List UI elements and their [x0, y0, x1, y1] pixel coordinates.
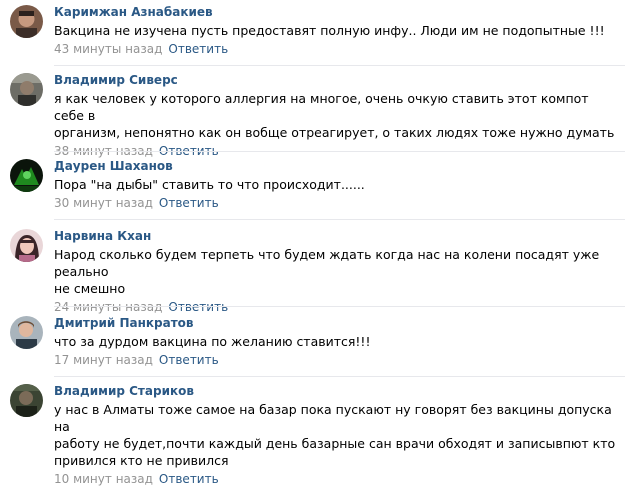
- comment-time[interactable]: 43 минуты назад: [54, 42, 162, 56]
- comment-text: у нас в Алматы тоже самое на базар пока …: [54, 402, 616, 468]
- reply-button[interactable]: Ответить: [159, 472, 219, 486]
- comment-text: Народ сколько будем терпеть что будем жд…: [54, 247, 600, 296]
- comment-text: я как человек у которого аллергия на мно…: [54, 91, 615, 140]
- avatar[interactable]: [10, 316, 43, 349]
- comment-time[interactable]: 10 минут назад: [54, 472, 153, 486]
- divider: [54, 306, 625, 307]
- comment-text: Пора "на дыбы" ставить то что происходит…: [54, 177, 365, 192]
- avatar[interactable]: [10, 229, 43, 262]
- reply-button[interactable]: Ответить: [168, 300, 228, 314]
- comment-author[interactable]: Даурен Шаханов: [54, 159, 617, 174]
- comment-author[interactable]: Каримжан Азнабакиев: [54, 5, 617, 20]
- avatar[interactable]: [10, 384, 43, 417]
- reply-button[interactable]: Ответить: [159, 196, 219, 210]
- divider: [54, 65, 625, 66]
- comment-author[interactable]: Нарвина Кхан: [54, 229, 617, 244]
- divider: [54, 151, 625, 152]
- comment-text: что за дурдом вакцина по желанию ставитс…: [54, 334, 371, 349]
- avatar[interactable]: [10, 159, 43, 192]
- reply-button[interactable]: Ответить: [159, 353, 219, 367]
- reply-button[interactable]: Ответить: [168, 42, 228, 56]
- comments-list: Каримжан Азнабакиев Вакцина не изучена п…: [0, 0, 625, 486]
- comment-time[interactable]: 17 минут назад: [54, 353, 153, 367]
- divider: [54, 376, 625, 377]
- avatar[interactable]: [10, 73, 43, 106]
- comment-time[interactable]: 30 минут назад: [54, 196, 153, 210]
- comment-author[interactable]: Владимир Стариков: [54, 384, 617, 399]
- comment-author[interactable]: Дмитрий Панкратов: [54, 316, 617, 331]
- comment-text: Вакцина не изучена пусть предоставят пол…: [54, 23, 605, 38]
- avatar[interactable]: [10, 5, 43, 38]
- divider: [54, 219, 625, 220]
- comment-author[interactable]: Владимир Сиверс: [54, 73, 617, 88]
- comment-time[interactable]: 24 минуты назад: [54, 300, 162, 314]
